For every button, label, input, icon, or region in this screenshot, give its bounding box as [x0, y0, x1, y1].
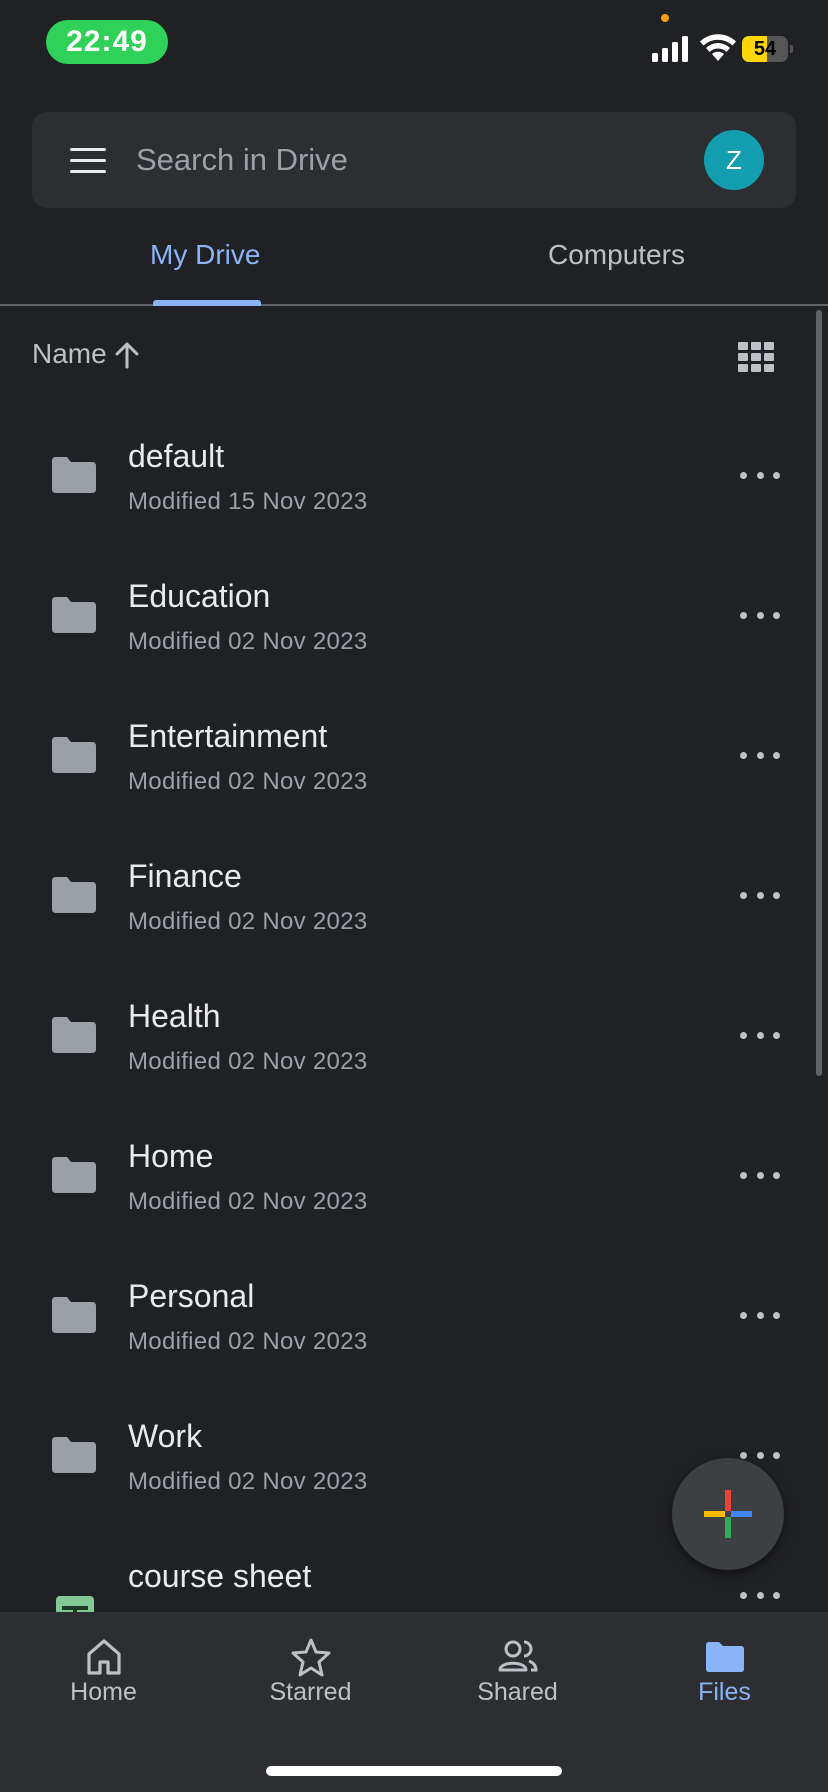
more-options-icon[interactable]	[740, 1015, 780, 1055]
people-icon	[498, 1640, 538, 1672]
more-options-icon[interactable]	[740, 595, 780, 635]
file-modified-date: Modified 02 Nov 2023	[128, 1188, 368, 1215]
folder-icon	[52, 737, 96, 773]
more-options-icon[interactable]	[740, 735, 780, 775]
spreadsheet-icon	[56, 1596, 94, 1612]
folder-icon	[706, 1642, 744, 1672]
folder-row[interactable]: Health Modified 02 Nov 2023	[0, 960, 828, 1100]
more-options-icon[interactable]	[740, 875, 780, 915]
new-item-button[interactable]	[672, 1458, 784, 1570]
folder-icon	[52, 597, 96, 633]
home-indicator	[266, 1766, 562, 1776]
more-options-icon[interactable]	[740, 1295, 780, 1335]
sort-row: Name	[0, 330, 828, 384]
arrow-up-icon[interactable]	[112, 340, 142, 370]
battery-percent: 54	[753, 38, 777, 60]
nav-shared-label: Shared	[477, 1678, 558, 1706]
folder-row[interactable]: Education Modified 02 Nov 2023	[0, 540, 828, 680]
nav-files-label: Files	[698, 1678, 751, 1706]
file-modified-date: Modified 02 Nov 2023	[128, 1048, 368, 1075]
more-options-icon[interactable]	[740, 455, 780, 495]
nav-shared[interactable]: Shared	[414, 1612, 621, 1732]
search-bar[interactable]: Search in Drive Z	[32, 112, 796, 208]
file-list: default Modified 15 Nov 2023 Education Modi…	[0, 400, 828, 1612]
file-name: Personal	[128, 1278, 255, 1314]
file-modified-date: Modified 02 Nov 2023	[128, 628, 368, 655]
folder-row[interactable]: default Modified 15 Nov 2023	[0, 400, 828, 540]
nav-starred-label: Starred	[269, 1678, 352, 1706]
sort-by-name-button[interactable]: Name	[32, 338, 107, 370]
file-name: default	[128, 438, 225, 474]
home-icon	[87, 1639, 121, 1675]
account-avatar[interactable]: Z	[704, 130, 764, 190]
folder-row[interactable]: Entertainment Modified 02 Nov 2023	[0, 680, 828, 820]
folder-row[interactable]: Home Modified 02 Nov 2023	[0, 1100, 828, 1240]
folder-row[interactable]: Finance Modified 02 Nov 2023	[0, 820, 828, 960]
file-name: Work	[128, 1418, 203, 1454]
grid-view-icon[interactable]	[738, 342, 774, 372]
file-modified-date: Modified 15 Nov 2023	[128, 488, 368, 515]
privacy-indicator-dot	[661, 14, 669, 22]
status-bar: 22:49 54	[0, 0, 828, 90]
status-time: 22:49	[46, 20, 168, 64]
folder-icon	[52, 1297, 96, 1333]
folder-icon	[52, 1157, 96, 1193]
hamburger-menu-icon[interactable]	[70, 148, 106, 174]
file-modified-date: Modified 02 Nov 2023	[128, 1328, 368, 1355]
folder-icon	[52, 457, 96, 493]
file-name: Health	[128, 998, 221, 1034]
folder-icon	[52, 1017, 96, 1053]
file-modified-date: Modified 02 Nov 2023	[128, 908, 368, 935]
wifi-icon	[700, 34, 736, 61]
nav-starred[interactable]: Starred	[207, 1612, 414, 1732]
plus-icon	[704, 1490, 752, 1538]
drive-tabs: My Drive Computers	[0, 210, 828, 306]
tab-my-drive[interactable]: My Drive	[150, 210, 260, 304]
tab-computers[interactable]: Computers	[548, 210, 685, 304]
file-modified-date: Modified 02 Nov 2023	[128, 768, 368, 795]
bottom-navigation: Home Starred Shared Files	[0, 1612, 828, 1792]
file-name: Entertainment	[128, 718, 328, 754]
folder-icon	[52, 877, 96, 913]
file-name: Home	[128, 1138, 214, 1174]
folder-icon	[52, 1437, 96, 1473]
file-modified-date: Modified 02 Nov 2023	[128, 1468, 368, 1495]
battery-indicator: 54	[742, 36, 793, 62]
active-tab-indicator	[153, 300, 261, 306]
search-input[interactable]: Search in Drive	[136, 112, 348, 208]
file-name: course sheet	[128, 1558, 312, 1594]
more-options-icon[interactable]	[740, 1155, 780, 1195]
star-icon	[291, 1638, 331, 1677]
nav-files[interactable]: Files	[621, 1612, 828, 1732]
nav-home[interactable]: Home	[0, 1612, 207, 1732]
file-name: Education	[128, 578, 271, 614]
file-name: Finance	[128, 858, 242, 894]
folder-row[interactable]: Personal Modified 02 Nov 2023	[0, 1240, 828, 1380]
nav-home-label: Home	[70, 1678, 137, 1706]
more-options-icon[interactable]	[740, 1575, 780, 1612]
cellular-signal-icon	[652, 36, 688, 62]
